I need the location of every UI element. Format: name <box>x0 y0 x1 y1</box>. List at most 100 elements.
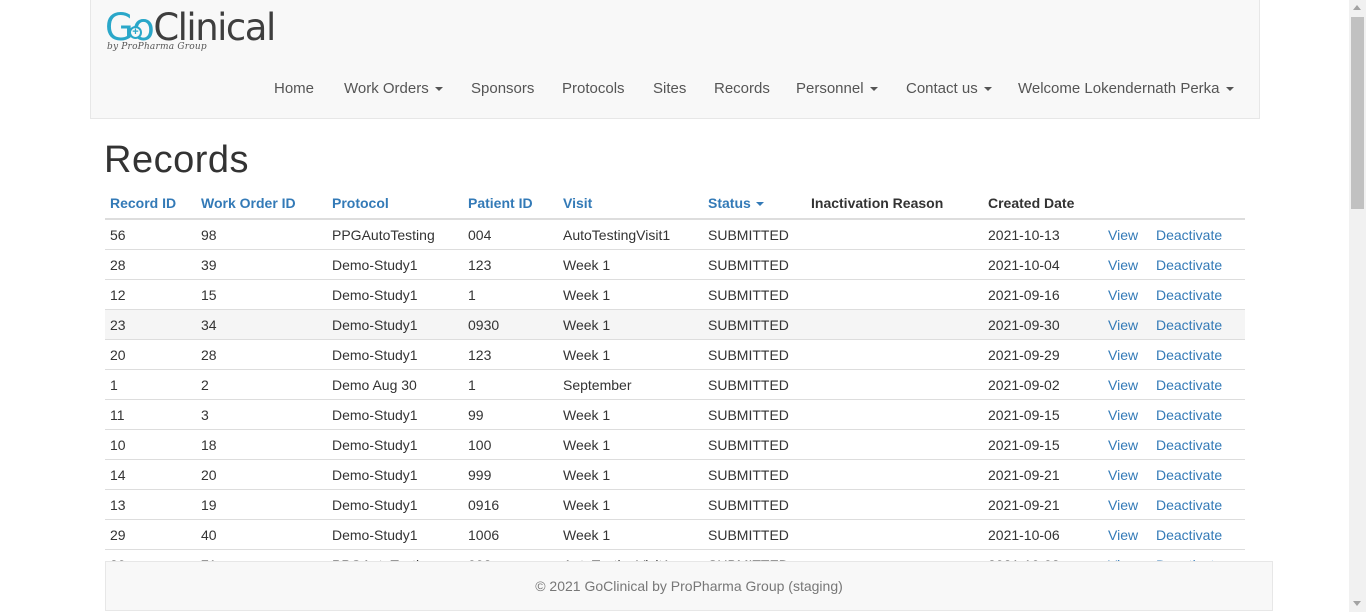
cell-protocol: Demo-Study1 <box>327 309 463 340</box>
deactivate-link[interactable]: Deactivate <box>1156 407 1222 423</box>
view-link[interactable]: View <box>1108 317 1138 333</box>
caret-down-icon <box>983 87 992 92</box>
view-link[interactable]: View <box>1108 467 1138 483</box>
table-row: 11 3 Demo-Study1 99 Week 1 SUBMITTED 2021-09-1… <box>105 399 1245 430</box>
page-title: Records <box>104 139 249 181</box>
cell-created-date: 2021-09-30 <box>983 309 1103 340</box>
cell-work-order-id: 19 <box>196 489 327 520</box>
view-link[interactable]: View <box>1108 287 1138 303</box>
deactivate-link[interactable]: Deactivate <box>1156 437 1222 453</box>
nav-protocols[interactable]: Protocols <box>562 78 625 100</box>
cell-patient-id: 004 <box>463 218 558 250</box>
cell-status: SUBMITTED <box>703 339 806 370</box>
cell-patient-id: 0916 <box>463 489 558 520</box>
sort-desc-icon <box>755 202 764 207</box>
col-header-work-order-id[interactable]: Work Order ID <box>196 188 327 220</box>
nav-home[interactable]: Home <box>274 78 314 100</box>
cell-created-date: 2021-09-15 <box>983 399 1103 430</box>
view-link[interactable]: View <box>1108 437 1138 453</box>
deactivate-link[interactable]: Deactivate <box>1156 497 1222 513</box>
deactivate-link[interactable]: Deactivate <box>1156 287 1222 303</box>
cell-created-date: 2021-09-15 <box>983 429 1103 460</box>
col-header-view <box>1103 188 1151 220</box>
cell-visit: Week 1 <box>558 309 703 340</box>
cell-record-id: 23 <box>105 309 196 340</box>
cell-view: View <box>1103 399 1151 430</box>
cell-deactivate: Deactivate <box>1151 459 1245 490</box>
cell-inactivation-reason <box>806 489 983 520</box>
cell-deactivate: Deactivate <box>1151 249 1245 280</box>
cell-visit: September <box>558 369 703 400</box>
cell-status: SUBMITTED <box>703 369 806 400</box>
cell-inactivation-reason <box>806 249 983 280</box>
nav-contact-us[interactable]: Contact us <box>906 78 992 100</box>
scroll-down-arrow-icon[interactable] <box>1353 601 1361 606</box>
deactivate-link[interactable]: Deactivate <box>1156 377 1222 393</box>
cell-view: View <box>1103 459 1151 490</box>
col-header-record-id[interactable]: Record ID <box>105 188 196 220</box>
cell-deactivate: Deactivate <box>1151 309 1245 340</box>
cell-deactivate: Deactivate <box>1151 279 1245 310</box>
nav-user-menu[interactable]: Welcome Lokendernath Perka <box>1018 78 1234 100</box>
nav-sponsors[interactable]: Sponsors <box>471 78 534 100</box>
table-header-row: Record ID Work Order ID Protocol Patient… <box>105 188 1245 220</box>
nav-personnel[interactable]: Personnel <box>796 78 878 100</box>
cell-view: View <box>1103 489 1151 520</box>
deactivate-link[interactable]: Deactivate <box>1156 227 1222 243</box>
deactivate-link[interactable]: Deactivate <box>1156 467 1222 483</box>
cell-record-id: 20 <box>105 339 196 370</box>
cell-record-id: 29 <box>105 519 196 550</box>
cell-patient-id: 123 <box>463 249 558 280</box>
nav-work-orders[interactable]: Work Orders <box>344 78 443 100</box>
cell-created-date: 2021-09-21 <box>983 489 1103 520</box>
cell-work-order-id: 20 <box>196 459 327 490</box>
cell-view: View <box>1103 249 1151 280</box>
view-link[interactable]: View <box>1108 377 1138 393</box>
cell-created-date: 2021-09-21 <box>983 459 1103 490</box>
cell-record-id: 56 <box>105 218 196 250</box>
scroll-up-arrow-icon[interactable] <box>1353 5 1361 10</box>
cell-record-id: 28 <box>105 249 196 280</box>
cell-work-order-id: 18 <box>196 429 327 460</box>
table-row: 10 18 Demo-Study1 100 Week 1 SUBMITTED 2021-09… <box>105 429 1245 460</box>
cell-view: View <box>1103 309 1151 340</box>
cell-work-order-id: 34 <box>196 309 327 340</box>
cell-status: SUBMITTED <box>703 309 806 340</box>
cell-patient-id: 100 <box>463 429 558 460</box>
deactivate-link[interactable]: Deactivate <box>1156 527 1222 543</box>
deactivate-link[interactable]: Deactivate <box>1156 347 1222 363</box>
col-header-status[interactable]: Status <box>703 188 806 220</box>
nav-sites[interactable]: Sites <box>653 78 686 100</box>
col-header-patient-id[interactable]: Patient ID <box>463 188 558 220</box>
col-header-visit[interactable]: Visit <box>558 188 703 220</box>
cell-record-id: 12 <box>105 279 196 310</box>
cell-deactivate: Deactivate <box>1151 519 1245 550</box>
vertical-scrollbar[interactable] <box>1349 0 1366 612</box>
cell-inactivation-reason <box>806 309 983 340</box>
cell-visit: Week 1 <box>558 249 703 280</box>
cell-created-date: 2021-09-16 <box>983 279 1103 310</box>
view-link[interactable]: View <box>1108 227 1138 243</box>
col-header-protocol[interactable]: Protocol <box>327 188 463 220</box>
view-link[interactable]: View <box>1108 257 1138 273</box>
view-link[interactable]: View <box>1108 527 1138 543</box>
cell-protocol: Demo-Study1 <box>327 279 463 310</box>
cell-visit: Week 1 <box>558 279 703 310</box>
goclinical-logo[interactable]: GoClinical + by ProPharma Group <box>105 6 276 56</box>
table-row: 14 20 Demo-Study1 999 Week 1 SUBMITTED 2021-09… <box>105 459 1245 490</box>
cell-record-id: 1 <box>105 369 196 400</box>
caret-down-icon <box>869 87 878 92</box>
view-link[interactable]: View <box>1108 347 1138 363</box>
cell-deactivate: Deactivate <box>1151 339 1245 370</box>
top-navbar: GoClinical + by ProPharma Group Home Wor… <box>90 0 1260 119</box>
logo-plus-icon: + <box>129 26 142 39</box>
nav-records[interactable]: Records <box>714 78 770 100</box>
records-table: Record ID Work Order ID Protocol Patient… <box>105 188 1245 562</box>
view-link[interactable]: View <box>1108 407 1138 423</box>
scrollbar-thumb[interactable] <box>1351 17 1364 209</box>
deactivate-link[interactable]: Deactivate <box>1156 317 1222 333</box>
cell-patient-id: 1 <box>463 369 558 400</box>
table-row: 28 39 Demo-Study1 123 Week 1 SUBMITTED 2021-10… <box>105 249 1245 280</box>
view-link[interactable]: View <box>1108 497 1138 513</box>
deactivate-link[interactable]: Deactivate <box>1156 257 1222 273</box>
